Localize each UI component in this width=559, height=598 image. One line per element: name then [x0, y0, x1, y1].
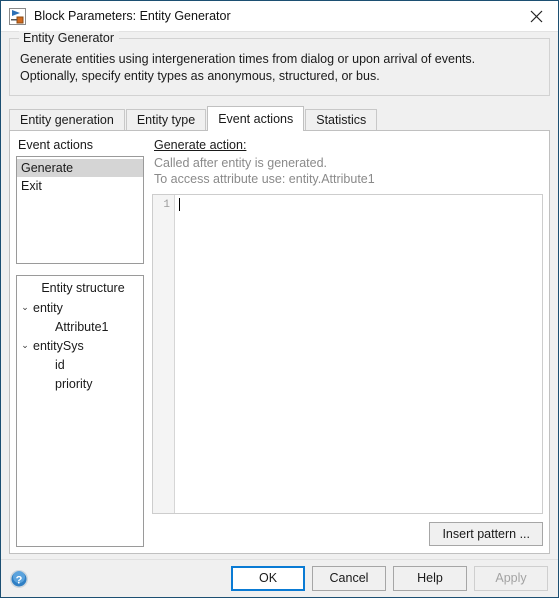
- tree-node-attribute1[interactable]: • Attribute1: [17, 317, 143, 336]
- close-icon[interactable]: [514, 2, 558, 31]
- insert-pattern-button[interactable]: Insert pattern ...: [429, 522, 543, 546]
- tab-entity-type[interactable]: Entity type: [125, 109, 207, 130]
- editor-gutter-line-numbers: 1: [153, 195, 175, 513]
- entity-structure-title: Entity structure: [41, 281, 125, 295]
- ok-button[interactable]: OK: [231, 566, 305, 591]
- help-button[interactable]: Help: [393, 566, 467, 591]
- right-column: Generate action: Called after entity is …: [152, 137, 543, 547]
- event-actions-listbox[interactable]: Generate Exit: [16, 156, 144, 264]
- list-item-generate[interactable]: Generate: [17, 159, 143, 177]
- event-actions-label: Event actions: [18, 138, 94, 152]
- chevron-down-icon[interactable]: ⌄: [17, 298, 33, 317]
- chevron-placeholder-icon: •: [17, 317, 33, 336]
- help-question-icon[interactable]: ?: [9, 569, 29, 589]
- action-hint-line-1: Called after entity is generated.: [154, 156, 328, 170]
- tree-node-id[interactable]: • id: [17, 355, 143, 374]
- tab-event-actions[interactable]: Event actions: [207, 106, 305, 131]
- apply-button[interactable]: Apply: [474, 566, 548, 591]
- tree-node-label: Attribute1: [55, 319, 109, 334]
- dialog-footer: ? OK Cancel Help Apply: [1, 559, 558, 597]
- insert-pattern-row: Insert pattern ...: [152, 522, 543, 546]
- tab-page-event-actions: Event actions Generate Exit Entity struc…: [9, 130, 550, 554]
- svg-text:?: ?: [16, 574, 23, 586]
- cancel-button[interactable]: Cancel: [312, 566, 386, 591]
- title-bar: Block Parameters: Entity Generator: [1, 1, 558, 32]
- entity-structure-tree[interactable]: Entity structure ⌄ entity • Attribute1 ⌄…: [16, 275, 144, 547]
- groupbox-legend: Entity Generator: [19, 31, 120, 45]
- tree-node-label: priority: [55, 376, 93, 391]
- description-groupbox: Entity Generator Generate entities using…: [9, 31, 550, 96]
- code-editor[interactable]: 1: [152, 194, 543, 514]
- tree-node-entity[interactable]: ⌄ entity: [17, 298, 143, 317]
- tree-node-label: entitySys: [33, 338, 84, 353]
- code-input[interactable]: [175, 195, 542, 513]
- tree-node-label: entity: [33, 300, 63, 315]
- text-caret: [179, 198, 180, 211]
- window-title: Block Parameters: Entity Generator: [34, 9, 231, 23]
- description-line-2: Optionally, specify entity types as anon…: [20, 69, 380, 83]
- tab-entity-generation[interactable]: Entity generation: [9, 109, 125, 130]
- description-line-1: Generate entities using intergeneration …: [20, 52, 476, 66]
- tree-node-priority[interactable]: • priority: [17, 374, 143, 393]
- block-parameters-dialog: Block Parameters: Entity Generator Entit…: [0, 0, 559, 598]
- chevron-down-icon[interactable]: ⌄: [17, 336, 33, 355]
- chevron-placeholder-icon: •: [17, 355, 33, 374]
- action-hint-line-2: To access attribute use: entity.Attribut…: [154, 172, 375, 186]
- tab-statistics[interactable]: Statistics: [305, 109, 378, 130]
- tree-node-label: id: [55, 357, 65, 372]
- chevron-placeholder-icon: •: [17, 374, 33, 393]
- generate-action-title: Generate action:: [154, 138, 247, 152]
- dialog-body: Entity Generator Generate entities using…: [1, 31, 558, 559]
- list-item-exit[interactable]: Exit: [17, 177, 143, 195]
- simulink-block-icon: [9, 7, 26, 25]
- tab-strip: Entity generation Entity type Event acti…: [9, 105, 550, 131]
- tree-node-entitysys[interactable]: ⌄ entitySys: [17, 336, 143, 355]
- left-column: Event actions Generate Exit Entity struc…: [16, 137, 144, 547]
